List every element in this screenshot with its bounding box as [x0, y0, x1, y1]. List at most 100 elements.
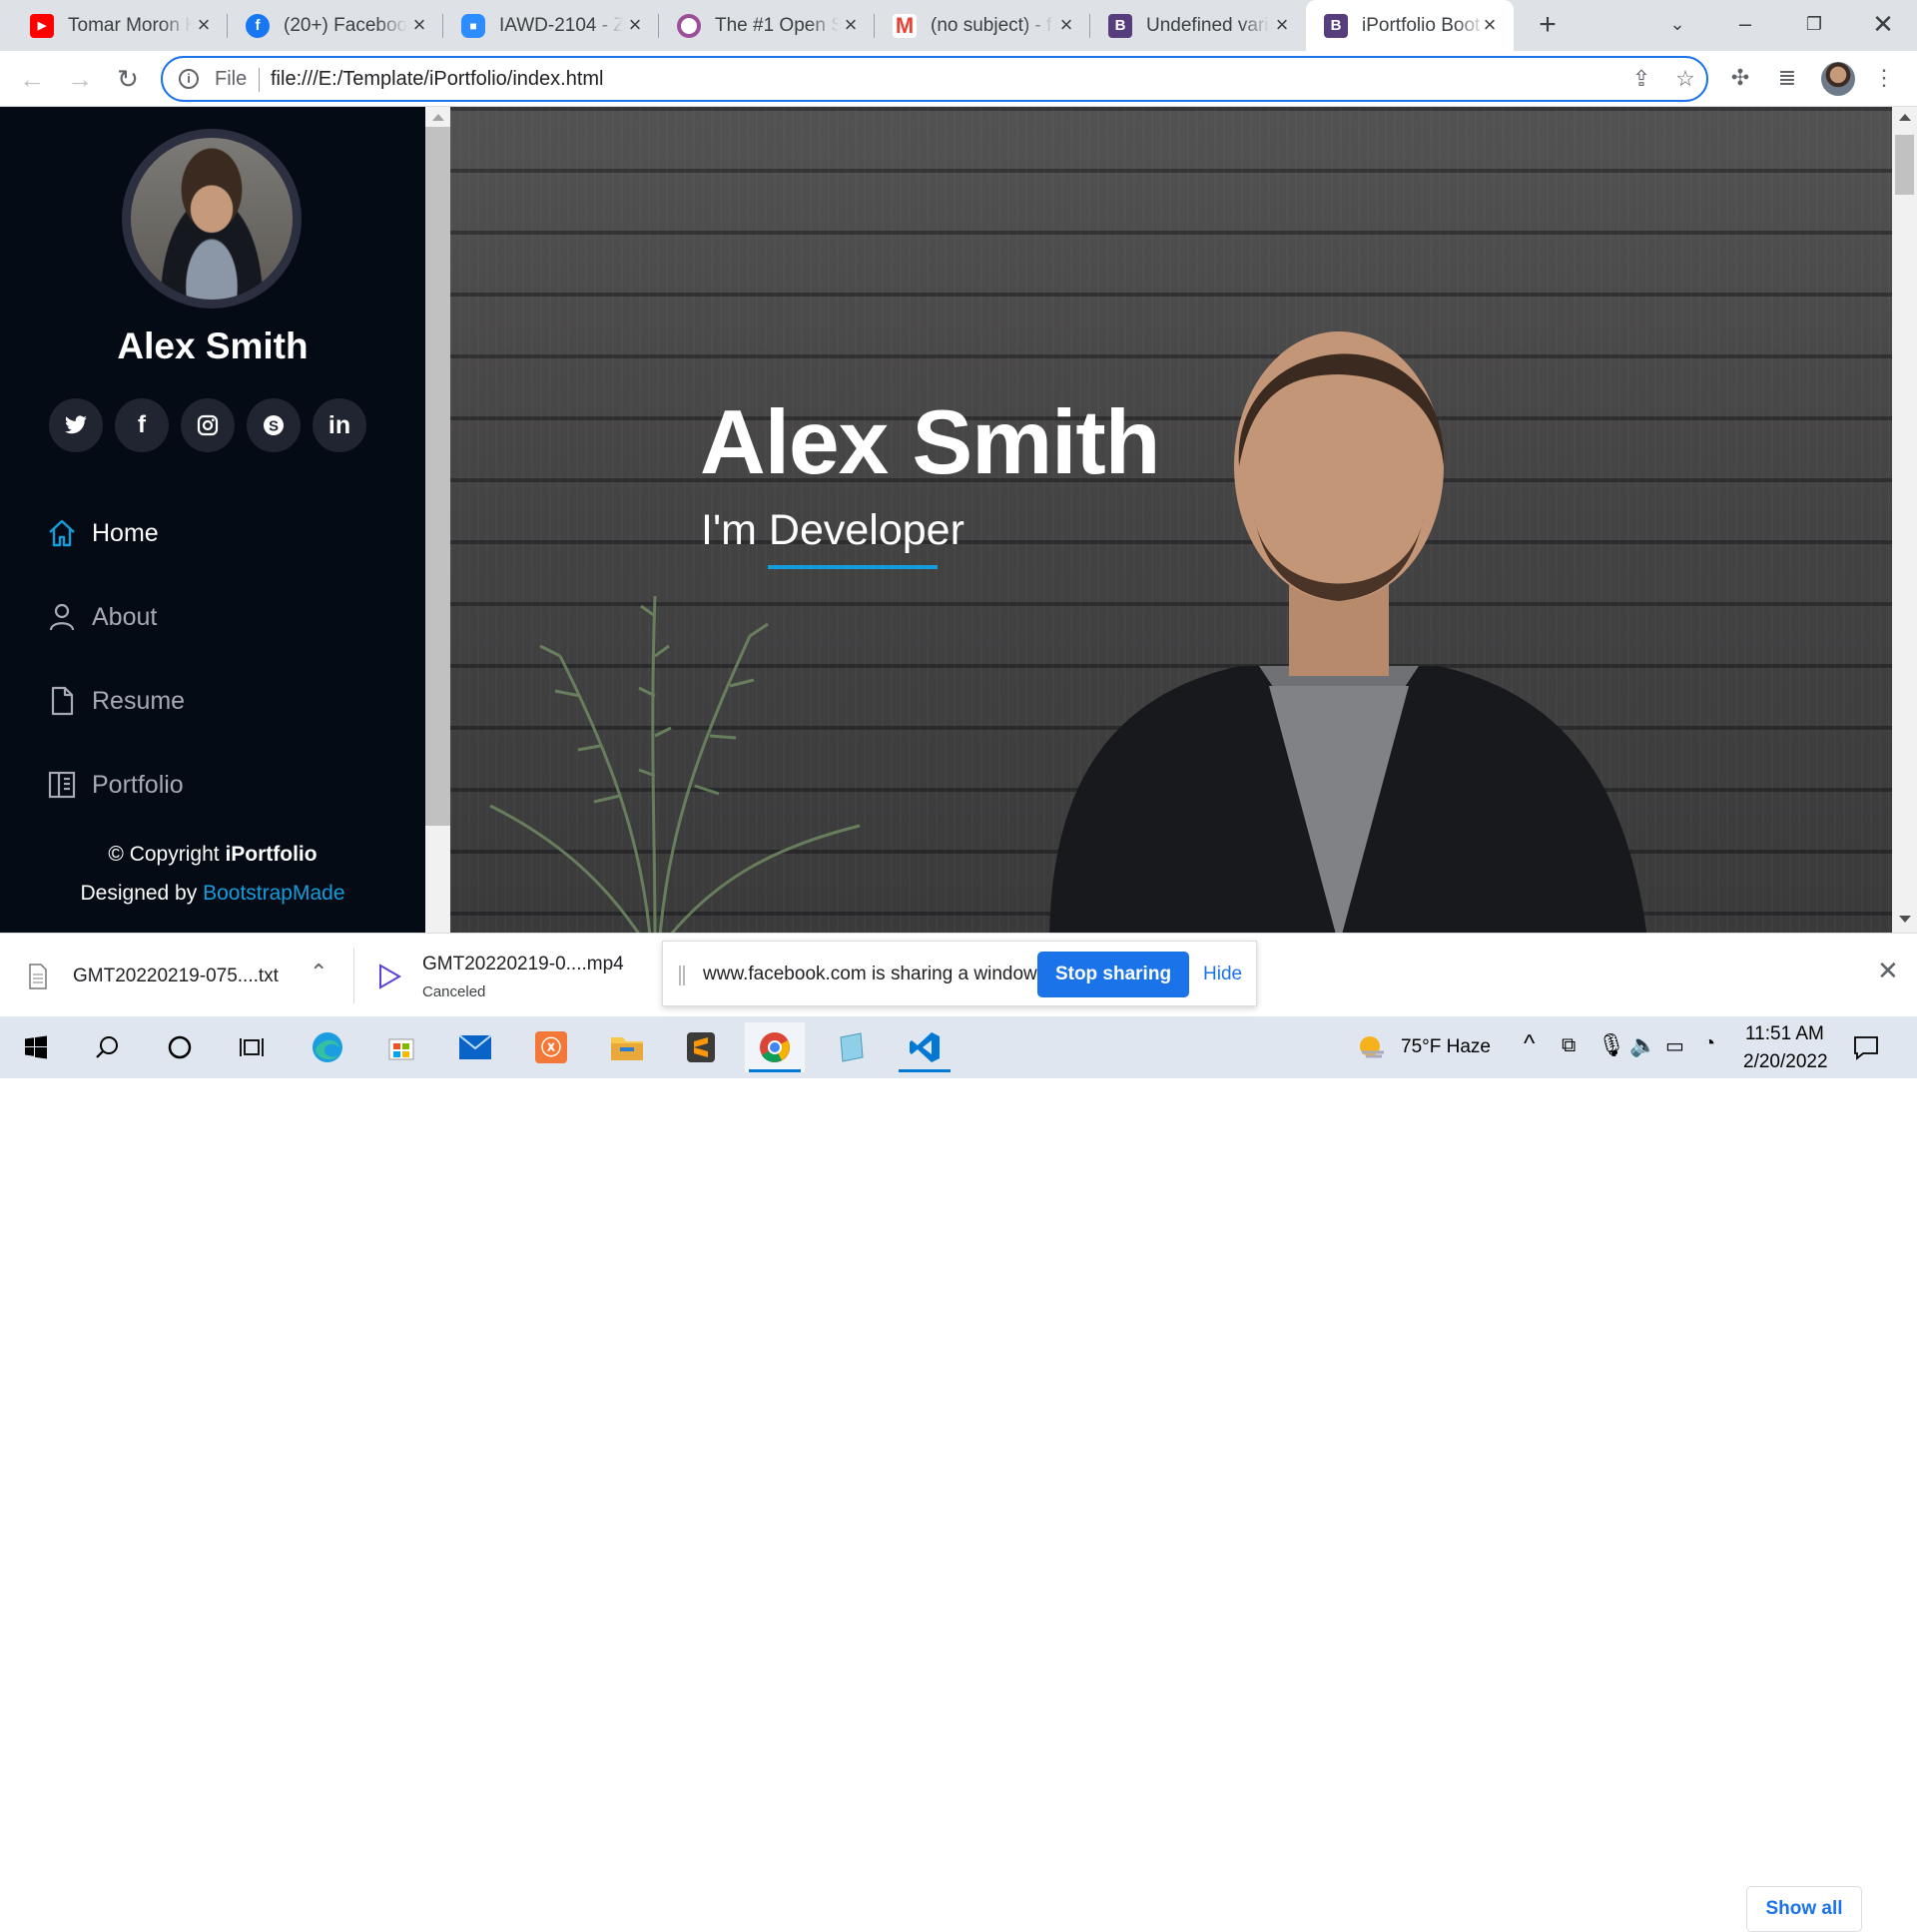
twitter-icon[interactable] — [49, 398, 103, 452]
url-text[interactable]: file:///E:/Template/iPortfolio/index.htm… — [271, 68, 603, 91]
browser-toolbar: ← → ↻ i File file:///E:/Template/iPortfo… — [0, 51, 1917, 107]
menu-icon[interactable]: ⋮ — [1869, 63, 1899, 93]
facebook-icon[interactable]: f — [115, 398, 169, 452]
hero-section: Alex Smith I'm Developer — [450, 107, 1892, 933]
sticky-app-icon[interactable] — [821, 1022, 881, 1072]
linkedin-icon[interactable]: in — [313, 398, 366, 452]
address-bar[interactable]: i File file:///E:/Template/iPortfolio/in… — [161, 56, 1708, 102]
facebook-icon: f — [246, 13, 270, 38]
vscode-icon[interactable] — [895, 1022, 955, 1072]
windows-start-icon[interactable] — [6, 1022, 66, 1072]
taskbar: ⓧ 75°F Haze ^ ⧉ 🎙 🔈 ▭ ◔ 11:51 AM 2/20/20… — [0, 1016, 1917, 1078]
close-icon[interactable]: × — [407, 13, 431, 37]
minimize-button[interactable]: – — [1725, 6, 1765, 42]
browser-tab[interactable]: The #1 Open S × — [659, 0, 875, 51]
chrome-icon[interactable] — [745, 1022, 805, 1072]
browser-tab[interactable]: ■ IAWD-2104 - Z × — [443, 0, 659, 51]
video-file-icon — [379, 964, 401, 989]
volume-icon[interactable]: 🔈 — [1629, 1032, 1656, 1058]
text-file-icon — [29, 964, 47, 989]
notifications-icon[interactable] — [1853, 1034, 1879, 1060]
close-icon[interactable]: × — [192, 13, 216, 37]
edge-icon[interactable] — [298, 1022, 357, 1072]
plant-image — [489, 595, 861, 933]
reload-button[interactable]: ↻ — [110, 61, 146, 97]
close-icon[interactable]: × — [1270, 13, 1294, 37]
task-view-icon[interactable] — [222, 1022, 282, 1072]
hero-name: Alex Smith — [700, 392, 1160, 493]
typed-underline — [768, 565, 938, 569]
page-scrollbar[interactable] — [1892, 107, 1917, 933]
close-icon[interactable]: × — [623, 13, 647, 37]
opensource-icon — [677, 13, 701, 38]
nav-about[interactable]: About — [46, 597, 157, 637]
file-explorer-icon[interactable] — [597, 1022, 657, 1072]
nav-home[interactable]: Home — [46, 513, 159, 553]
nav-resume[interactable]: Resume — [46, 681, 185, 721]
new-tab-button[interactable]: + — [1532, 10, 1564, 42]
weather-text[interactable]: 75°F Haze — [1401, 1036, 1491, 1058]
svg-text:ⓧ: ⓧ — [541, 1036, 561, 1059]
book-icon — [48, 771, 76, 799]
drag-handle[interactable] — [679, 966, 685, 985]
profile-photo — [122, 129, 302, 309]
file-icon — [51, 686, 74, 716]
back-button[interactable]: ← — [14, 61, 50, 97]
browser-tab[interactable]: M (no subject) - f × — [875, 0, 1090, 51]
download-item-name[interactable]: GMT20220219-0....mp4 — [422, 954, 624, 975]
browser-tab[interactable]: f (20+) Facebook × — [228, 0, 443, 51]
bookmark-star-icon[interactable]: ☆ — [1670, 64, 1700, 94]
cortana-icon[interactable] — [150, 1022, 210, 1072]
info-icon[interactable]: i — [179, 69, 199, 89]
chevron-up-icon[interactable]: ^ — [1524, 1030, 1535, 1058]
close-icon[interactable]: ✕ — [1877, 956, 1899, 986]
sidebar-scrollbar[interactable] — [425, 107, 450, 933]
meet-now-icon[interactable]: ⧉ — [1562, 1034, 1576, 1057]
tab-search-icon[interactable]: ⌄ — [1657, 6, 1697, 42]
restore-button[interactable]: ❐ — [1794, 6, 1834, 42]
screen-share-banner: www.facebook.com is sharing a window. St… — [662, 941, 1257, 1006]
instagram-icon[interactable] — [181, 398, 235, 452]
person-icon — [49, 603, 75, 631]
share-icon[interactable]: ⇪ — [1626, 64, 1656, 94]
zoom-icon: ■ — [461, 13, 485, 38]
sidebar-name: Alex Smith — [117, 325, 309, 366]
clock-time[interactable]: 11:51 AM — [1745, 1023, 1824, 1045]
mail-icon[interactable] — [445, 1022, 505, 1072]
browser-tab[interactable]: B Undefined vari × — [1090, 0, 1306, 51]
download-status: Canceled — [422, 983, 486, 1000]
weather-icon[interactable] — [1356, 1030, 1388, 1062]
bootstrap-icon: B — [1324, 13, 1348, 38]
hide-button[interactable]: Hide — [1203, 964, 1242, 985]
url-scheme: File — [215, 68, 248, 90]
browser-tab[interactable]: ▶ Tomar Moron K × — [12, 0, 228, 51]
profile-avatar[interactable] — [1821, 62, 1855, 96]
microphone-icon[interactable]: 🎙 — [1598, 1032, 1625, 1058]
battery-icon[interactable]: ▭ — [1665, 1033, 1684, 1058]
skype-icon[interactable]: S — [247, 398, 301, 452]
bootstrapmade-link[interactable]: BootstrapMade — [203, 882, 344, 905]
xampp-icon[interactable]: ⓧ — [521, 1022, 581, 1072]
download-item-name[interactable]: GMT20220219-075....txt — [73, 966, 279, 987]
person-image — [1049, 331, 1647, 933]
show-all-button[interactable]: Show all — [1746, 1886, 1862, 1932]
close-window-button[interactable]: ✕ — [1863, 6, 1903, 42]
extensions-icon[interactable]: ✣ — [1725, 63, 1755, 93]
stop-sharing-button[interactable]: Stop sharing — [1037, 952, 1189, 997]
close-icon[interactable]: × — [839, 13, 863, 37]
media-queue-icon[interactable]: ≣ — [1772, 63, 1802, 93]
chevron-up-icon[interactable]: ⌃ — [310, 960, 327, 985]
close-icon[interactable]: × — [1478, 13, 1502, 37]
bootstrap-icon: B — [1108, 13, 1132, 38]
browser-tab-active[interactable]: B iPortfolio Boot × — [1306, 0, 1514, 51]
wifi-icon[interactable]: ◔ — [1703, 1032, 1715, 1055]
scrollbar-thumb[interactable] — [425, 127, 450, 826]
scrollbar-thumb[interactable] — [1895, 135, 1914, 195]
forward-button[interactable]: → — [62, 61, 98, 97]
search-icon[interactable] — [78, 1022, 138, 1072]
clock-date[interactable]: 2/20/2022 — [1743, 1051, 1828, 1073]
nav-portfolio[interactable]: Portfolio — [46, 765, 184, 805]
sublime-text-icon[interactable] — [671, 1022, 731, 1072]
close-icon[interactable]: × — [1054, 13, 1078, 37]
microsoft-store-icon[interactable] — [371, 1022, 431, 1072]
